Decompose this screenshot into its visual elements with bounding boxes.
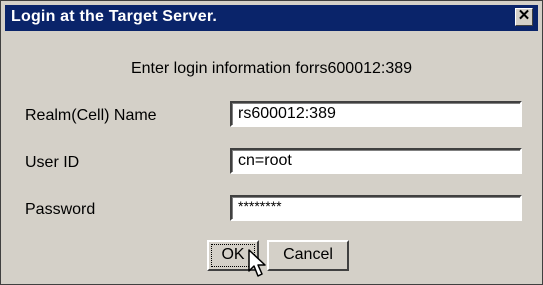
window-title: Login at the Target Server.: [11, 8, 218, 25]
password-label: Password: [25, 201, 96, 218]
realm-label: Realm(Cell) Name: [25, 107, 157, 124]
realm-field[interactable]: rs600012:389: [230, 101, 522, 127]
realm-value: rs600012:389: [238, 105, 336, 122]
user-id-value: cn=root: [238, 152, 292, 169]
cancel-button[interactable]: Cancel: [267, 240, 349, 271]
password-field[interactable]: ********: [230, 195, 522, 221]
mouse-pointer-icon: [248, 249, 266, 277]
user-id-label: User ID: [25, 154, 80, 171]
user-id-field[interactable]: cn=root: [230, 148, 522, 174]
login-dialog: Login at the Target Server. ✕ Enter logi…: [0, 0, 543, 285]
close-icon: ✕: [517, 7, 531, 24]
close-button[interactable]: ✕: [515, 8, 533, 26]
instruction-text: Enter login information forrs600012:389: [130, 60, 413, 77]
title-bar: Login at the Target Server. ✕: [5, 5, 538, 31]
password-value: ********: [238, 198, 282, 214]
